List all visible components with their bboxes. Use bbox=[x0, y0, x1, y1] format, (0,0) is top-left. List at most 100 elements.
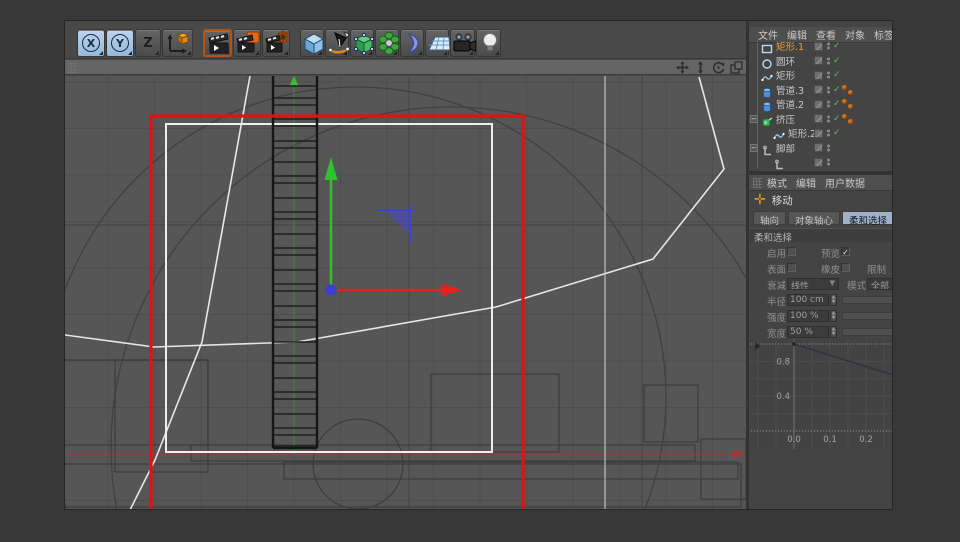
radius-slider[interactable] bbox=[842, 296, 893, 304]
tube-icon bbox=[761, 84, 773, 96]
render-region-button[interactable] bbox=[233, 29, 261, 57]
width-row: 宽度 50 % ▲▼ bbox=[749, 326, 893, 340]
expander-toggle[interactable]: − bbox=[750, 144, 758, 152]
am-menu-0[interactable]: 模式 bbox=[767, 179, 787, 190]
object-row-矩形.1[interactable]: 矩形.1✓ bbox=[749, 39, 893, 54]
visibility-dots[interactable] bbox=[827, 71, 830, 80]
radius-row: 半径 100 cm ▲▼ bbox=[749, 294, 893, 308]
floor-button[interactable] bbox=[425, 29, 449, 57]
axis-z-lock-button[interactable]: Z bbox=[135, 29, 161, 57]
primitive-object-button[interactable] bbox=[300, 29, 324, 57]
visibility-dots[interactable] bbox=[827, 143, 830, 152]
visibility-dots[interactable] bbox=[827, 56, 830, 65]
strength-field[interactable]: 100 % bbox=[787, 310, 829, 322]
enabled-check-icon[interactable]: ✓ bbox=[833, 114, 841, 124]
layer-chip[interactable] bbox=[814, 42, 823, 51]
enabled-check-icon[interactable]: ✓ bbox=[833, 128, 841, 138]
object-row-挤压[interactable]: −挤压✓ bbox=[749, 112, 893, 127]
modeling-array-button[interactable] bbox=[375, 29, 399, 57]
tab-对象轴心[interactable]: 对象轴心 bbox=[788, 211, 840, 225]
tag-icon[interactable] bbox=[842, 99, 847, 104]
layer-chip[interactable] bbox=[814, 129, 823, 138]
tag-icon[interactable] bbox=[848, 104, 853, 109]
object-row-矩形.2[interactable]: 矩形.2✓ bbox=[749, 126, 893, 141]
attribute-manager-menubar: 模式编辑用户数据 bbox=[749, 175, 893, 191]
visibility-dots[interactable] bbox=[827, 158, 830, 167]
light-button[interactable] bbox=[476, 29, 501, 57]
tag-icon[interactable] bbox=[848, 90, 853, 95]
viewport-menu-grip-icon[interactable] bbox=[68, 63, 77, 73]
visibility-dots[interactable] bbox=[827, 129, 830, 138]
falloff-dropdown[interactable]: ▼线性 bbox=[787, 278, 839, 290]
subdivision-surface-button[interactable] bbox=[350, 29, 374, 57]
mode-dropdown[interactable]: 全部 bbox=[867, 278, 893, 290]
object-row-圆环[interactable]: 圆环✓ bbox=[749, 54, 893, 69]
layer-chip[interactable] bbox=[814, 100, 823, 109]
layer-chip[interactable] bbox=[814, 158, 823, 167]
attribute-manager: 模式编辑用户数据 ✛ 移动 轴向对象轴心柔和选择 柔和选择 启用 预览 ✓ 表面 bbox=[749, 175, 893, 510]
visibility-dots[interactable] bbox=[827, 114, 830, 123]
falloff-curve-graph[interactable]: 0.80.40.00.10.2 bbox=[749, 339, 893, 454]
viewport-canvas[interactable] bbox=[65, 76, 746, 510]
radius-stepper[interactable]: ▲▼ bbox=[830, 294, 837, 306]
strength-row: 强度 100 % ▲▼ bbox=[749, 310, 893, 324]
coordinate-system-button[interactable] bbox=[162, 29, 193, 57]
enabled-check-icon[interactable]: ✓ bbox=[833, 70, 841, 80]
attribute-manager-grip-icon[interactable] bbox=[753, 178, 762, 188]
width-field[interactable]: 50 % bbox=[787, 326, 829, 338]
axis-x-lock-button[interactable]: X bbox=[77, 29, 105, 57]
object-row-脚部[interactable]: −脚部 bbox=[749, 141, 893, 156]
layer-chip[interactable] bbox=[814, 114, 823, 123]
tag-icon[interactable] bbox=[848, 119, 853, 124]
tag-icon[interactable] bbox=[842, 85, 847, 90]
axis-y-lock-button[interactable]: Y bbox=[106, 29, 134, 57]
object-row-管道.3[interactable]: 管道.3✓ bbox=[749, 83, 893, 98]
render-view-button[interactable] bbox=[203, 29, 232, 57]
rotate-view-icon[interactable] bbox=[712, 61, 725, 74]
am-menu-1[interactable]: 编辑 bbox=[796, 179, 816, 190]
object-row-管道.2[interactable]: 管道.2✓ bbox=[749, 97, 893, 112]
rubber-checkbox[interactable] bbox=[841, 263, 850, 272]
pan-view-icon[interactable] bbox=[676, 61, 689, 74]
tab-轴向[interactable]: 轴向 bbox=[753, 211, 786, 225]
enabled-check-icon[interactable]: ✓ bbox=[833, 99, 841, 109]
strength-stepper[interactable]: ▲▼ bbox=[830, 310, 837, 322]
y-tick-label: 0.8 bbox=[776, 357, 790, 367]
object-manager-tree: 矩形.1✓圆环✓矩形✓管道.3✓管道.2✓−挤压✓矩形.2✓−脚部 bbox=[749, 39, 893, 171]
tab-柔和选择[interactable]: 柔和选择 bbox=[842, 211, 893, 225]
layer-chip[interactable] bbox=[814, 85, 823, 94]
visibility-dots[interactable] bbox=[827, 85, 830, 94]
spline-pen-button[interactable] bbox=[325, 29, 349, 57]
enable-row: 启用 预览 ✓ bbox=[749, 246, 893, 260]
visibility-dots[interactable] bbox=[827, 100, 830, 109]
width-slider[interactable] bbox=[842, 328, 893, 336]
camera-button[interactable] bbox=[450, 29, 475, 57]
extrude-icon bbox=[761, 113, 773, 125]
enable-checkbox[interactable] bbox=[787, 247, 796, 256]
strength-slider[interactable] bbox=[842, 312, 893, 320]
surface-checkbox[interactable] bbox=[787, 263, 796, 272]
object-row-clipped[interactable] bbox=[749, 155, 893, 170]
expander-toggle[interactable]: − bbox=[750, 115, 758, 123]
enabled-check-icon[interactable]: ✓ bbox=[833, 85, 841, 95]
null-axis-icon bbox=[761, 142, 773, 154]
layer-chip[interactable] bbox=[814, 56, 823, 65]
move-tool-icon: ✛ bbox=[754, 192, 766, 208]
tag-icon[interactable] bbox=[842, 114, 847, 119]
visibility-dots[interactable] bbox=[827, 42, 830, 51]
y-tick-label: 0.4 bbox=[776, 392, 790, 402]
preview-checkbox[interactable]: ✓ bbox=[841, 247, 850, 256]
toggle-view-icon[interactable] bbox=[730, 61, 743, 74]
am-menu-2[interactable]: 用户数据 bbox=[825, 179, 865, 190]
zoom-view-icon[interactable] bbox=[694, 61, 707, 74]
radius-field[interactable]: 100 cm bbox=[787, 294, 829, 306]
layer-chip[interactable] bbox=[814, 71, 823, 80]
deformer-button[interactable] bbox=[400, 29, 424, 57]
render-settings-button[interactable] bbox=[262, 29, 290, 57]
axis-z-lock-button-label: Z bbox=[136, 30, 160, 56]
width-stepper[interactable]: ▲▼ bbox=[830, 326, 837, 338]
enabled-check-icon[interactable]: ✓ bbox=[833, 56, 841, 66]
layer-chip[interactable] bbox=[814, 143, 823, 152]
object-row-矩形[interactable]: 矩形✓ bbox=[749, 68, 893, 83]
enabled-check-icon[interactable]: ✓ bbox=[833, 41, 841, 51]
